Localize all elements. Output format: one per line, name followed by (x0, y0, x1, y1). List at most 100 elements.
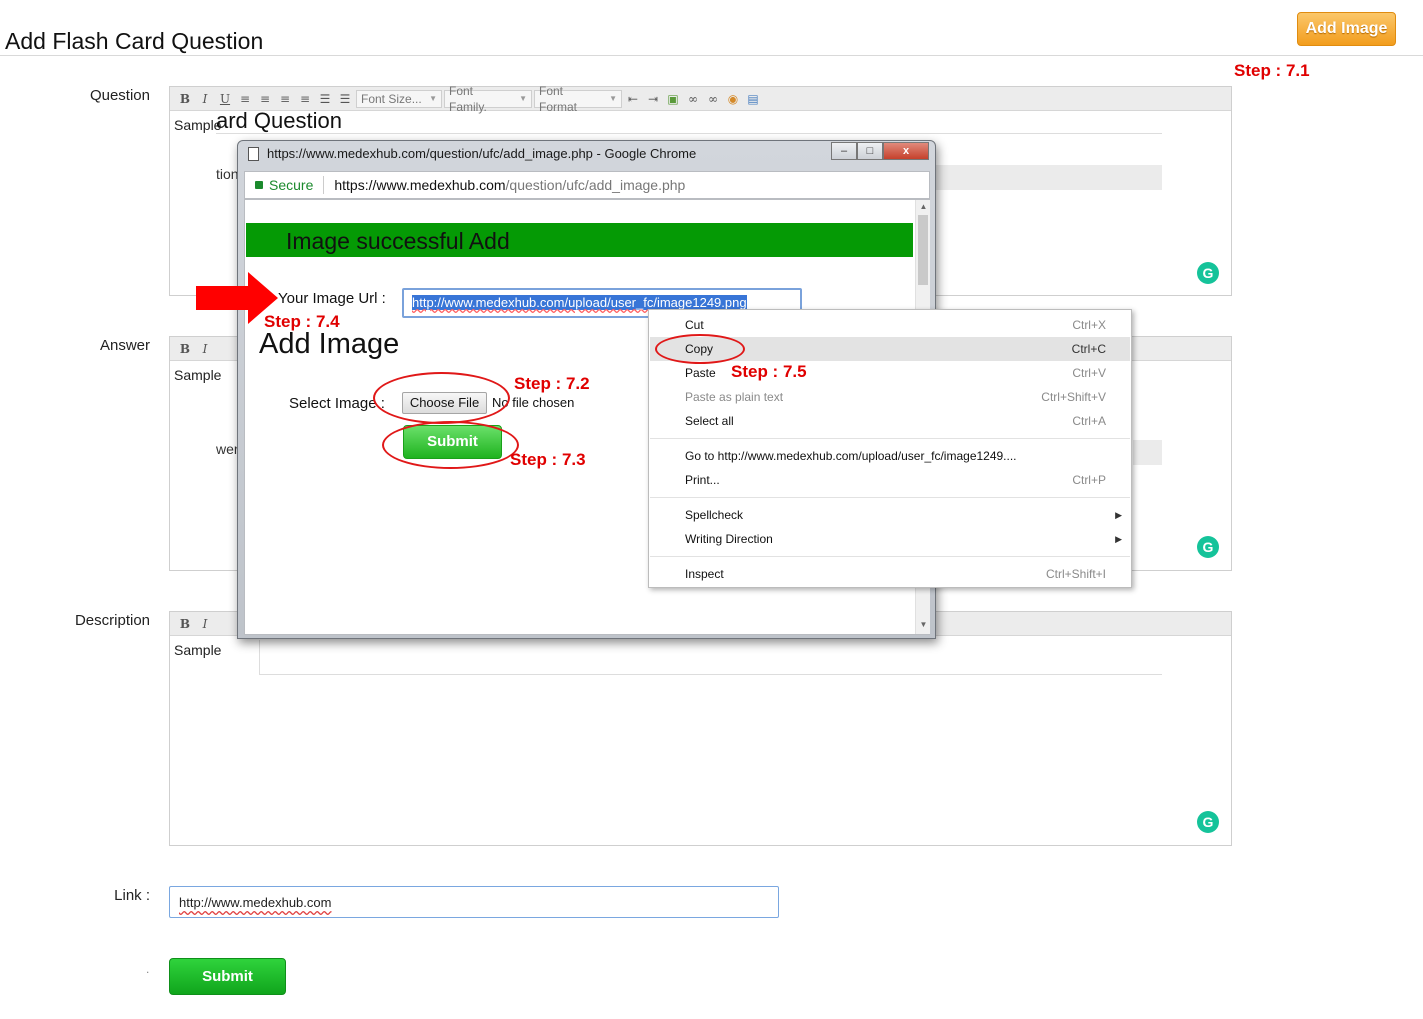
font-size-label: Font Size... (361, 91, 422, 106)
chevron-down-icon: ▼ (429, 93, 437, 103)
ctx-print[interactable]: Print... Ctrl+P (650, 468, 1130, 492)
bold-button[interactable]: B (176, 615, 194, 633)
ctx-separator (650, 497, 1130, 498)
html-source-icon[interactable]: ▤ (744, 90, 762, 108)
maximize-icon[interactable]: □ (857, 142, 883, 160)
url-host: https://www.medexhub.com (334, 177, 506, 193)
font-size-select[interactable]: Font Size... ▼ (356, 89, 442, 108)
align-center-icon[interactable]: ≡ (256, 90, 274, 108)
ctx-print-shortcut: Ctrl+P (1072, 473, 1106, 487)
italic-button[interactable]: I (196, 615, 214, 633)
underline-button[interactable]: U (216, 90, 234, 108)
add-image-button[interactable]: Add Image (1297, 12, 1396, 46)
ctx-print-label: Print... (685, 473, 720, 487)
bullet-list-icon[interactable]: ☰ (316, 90, 334, 108)
ghost-box (259, 640, 1162, 675)
ctx-select-all-shortcut: Ctrl+A (1072, 414, 1106, 428)
ctx-cut-shortcut: Ctrl+X (1072, 318, 1106, 332)
popup-titlebar: https://www.medexhub.com/question/ufc/ad… (248, 146, 696, 161)
scroll-thumb[interactable] (918, 215, 928, 285)
numbered-list-icon[interactable]: ☰ (336, 90, 354, 108)
ctx-inspect-shortcut: Ctrl+Shift+I (1045, 567, 1106, 581)
unlink-icon[interactable]: ∞ (704, 90, 722, 108)
ctx-goto-url[interactable]: Go to http://www.medexhub.com/upload/use… (650, 444, 1130, 468)
ctx-writing-direction[interactable]: Writing Direction ▶ (650, 527, 1130, 551)
answer-label: Answer (99, 337, 150, 354)
ctx-paste-plain[interactable]: Paste as plain text Ctrl+Shift+V (650, 385, 1130, 409)
window-controls: – □ x (831, 142, 929, 160)
scroll-up-icon[interactable]: ▲ (916, 200, 931, 214)
bold-button[interactable]: B (176, 90, 194, 108)
italic-button[interactable]: I (196, 90, 214, 108)
question-sample-text: Sample (174, 117, 222, 133)
step-7-2-annotation: Step : 7.2 (514, 374, 590, 393)
address-bar[interactable]: Secure https://www.medexhub.com/question… (244, 171, 930, 199)
step-7-3-annotation: Step : 7.3 (510, 450, 586, 469)
add-image-heading: Add Image (259, 328, 400, 360)
ctx-select-all[interactable]: Select all Ctrl+A (650, 409, 1130, 433)
ctx-separator (650, 556, 1130, 557)
minimize-icon[interactable]: – (831, 142, 857, 160)
grammarly-icon[interactable]: G (1197, 811, 1219, 833)
ghost-bar (935, 165, 1162, 190)
font-family-label: Font Family. (449, 83, 487, 114)
page-icon (248, 146, 259, 161)
ctx-paste-label: Paste (685, 366, 716, 380)
secure-label: Secure (269, 177, 314, 193)
ctx-inspect[interactable]: Inspect Ctrl+Shift+I (650, 562, 1130, 586)
question-ghost-fragment: tion (216, 166, 239, 182)
grammarly-icon[interactable]: G (1197, 536, 1219, 558)
image-icon[interactable]: ▣ (664, 90, 682, 108)
ctx-paste[interactable]: Paste Ctrl+V (650, 361, 1130, 385)
question-label: Question (89, 87, 150, 104)
ctx-cut[interactable]: Cut Ctrl+X (650, 313, 1130, 337)
color-palette-icon[interactable]: ◉ (724, 90, 742, 108)
scroll-down-icon[interactable]: ▼ (916, 618, 931, 632)
ghost-rule (216, 133, 1162, 134)
bold-button[interactable]: B (176, 340, 194, 358)
select-image-label: Select Image : (289, 395, 385, 412)
link-label: Link : (114, 887, 150, 904)
align-right-icon[interactable]: ≡ (276, 90, 294, 108)
font-format-select[interactable]: Font Format ▼ (534, 84, 622, 114)
outdent-icon[interactable]: ⇤ (624, 90, 642, 108)
ctx-spellcheck[interactable]: Spellcheck ▶ (650, 503, 1130, 527)
ctx-paste-shortcut: Ctrl+V (1072, 366, 1106, 380)
chevron-down-icon: ▼ (519, 93, 527, 103)
grammarly-icon[interactable]: G (1197, 262, 1219, 284)
indent-icon[interactable]: ⇥ (644, 90, 662, 108)
red-arrow-icon (196, 286, 248, 310)
answer-sample-text: Sample (174, 367, 222, 383)
description-sample-text: Sample (174, 642, 222, 658)
step-7-4-annotation: Step : 7.4 (264, 312, 340, 331)
dot-marker: . (146, 962, 150, 976)
ctx-writing-direction-label: Writing Direction (685, 532, 773, 546)
description-label: Description (74, 612, 150, 629)
ctx-select-all-label: Select all (685, 414, 734, 428)
close-icon[interactable]: x (883, 142, 929, 160)
step-7-1-annotation: Step : 7.1 (1234, 61, 1310, 80)
chevron-down-icon: ▼ (609, 93, 617, 103)
ctx-inspect-label: Inspect (685, 567, 724, 581)
ctx-copy-shortcut: Ctrl+C (1071, 342, 1106, 356)
italic-button[interactable]: I (196, 340, 214, 358)
submenu-arrow-icon: ▶ (1115, 533, 1122, 544)
ctx-spellcheck-label: Spellcheck (685, 508, 744, 522)
step-7-5-annotation: Step : 7.5 (731, 362, 807, 381)
align-left-icon[interactable]: ≡ (236, 90, 254, 108)
submit-button[interactable]: Submit (169, 958, 286, 995)
link-input[interactable]: http://www.medexhub.com (169, 886, 779, 918)
image-url-label: Your Image Url : (278, 290, 386, 307)
question-ghost-heading: ard Question (216, 108, 342, 133)
font-format-label: Font Format (539, 83, 578, 114)
page-title: Add Flash Card Question (5, 28, 264, 54)
font-family-select[interactable]: Font Family. ▼ (444, 84, 532, 114)
answer-ghost-fragment: wer (216, 441, 239, 457)
ctx-cut-label: Cut (685, 318, 704, 332)
copy-highlight (655, 334, 745, 364)
image-url-value: http://www.medexhub.com/upload/user_fc/i… (412, 295, 747, 310)
align-justify-icon[interactable]: ≡ (296, 90, 314, 108)
ctx-paste-plain-label: Paste as plain text (685, 390, 784, 404)
ctx-goto-url-label: Go to http://www.medexhub.com/upload/use… (685, 449, 1017, 463)
link-icon[interactable]: ∞ (684, 90, 702, 108)
